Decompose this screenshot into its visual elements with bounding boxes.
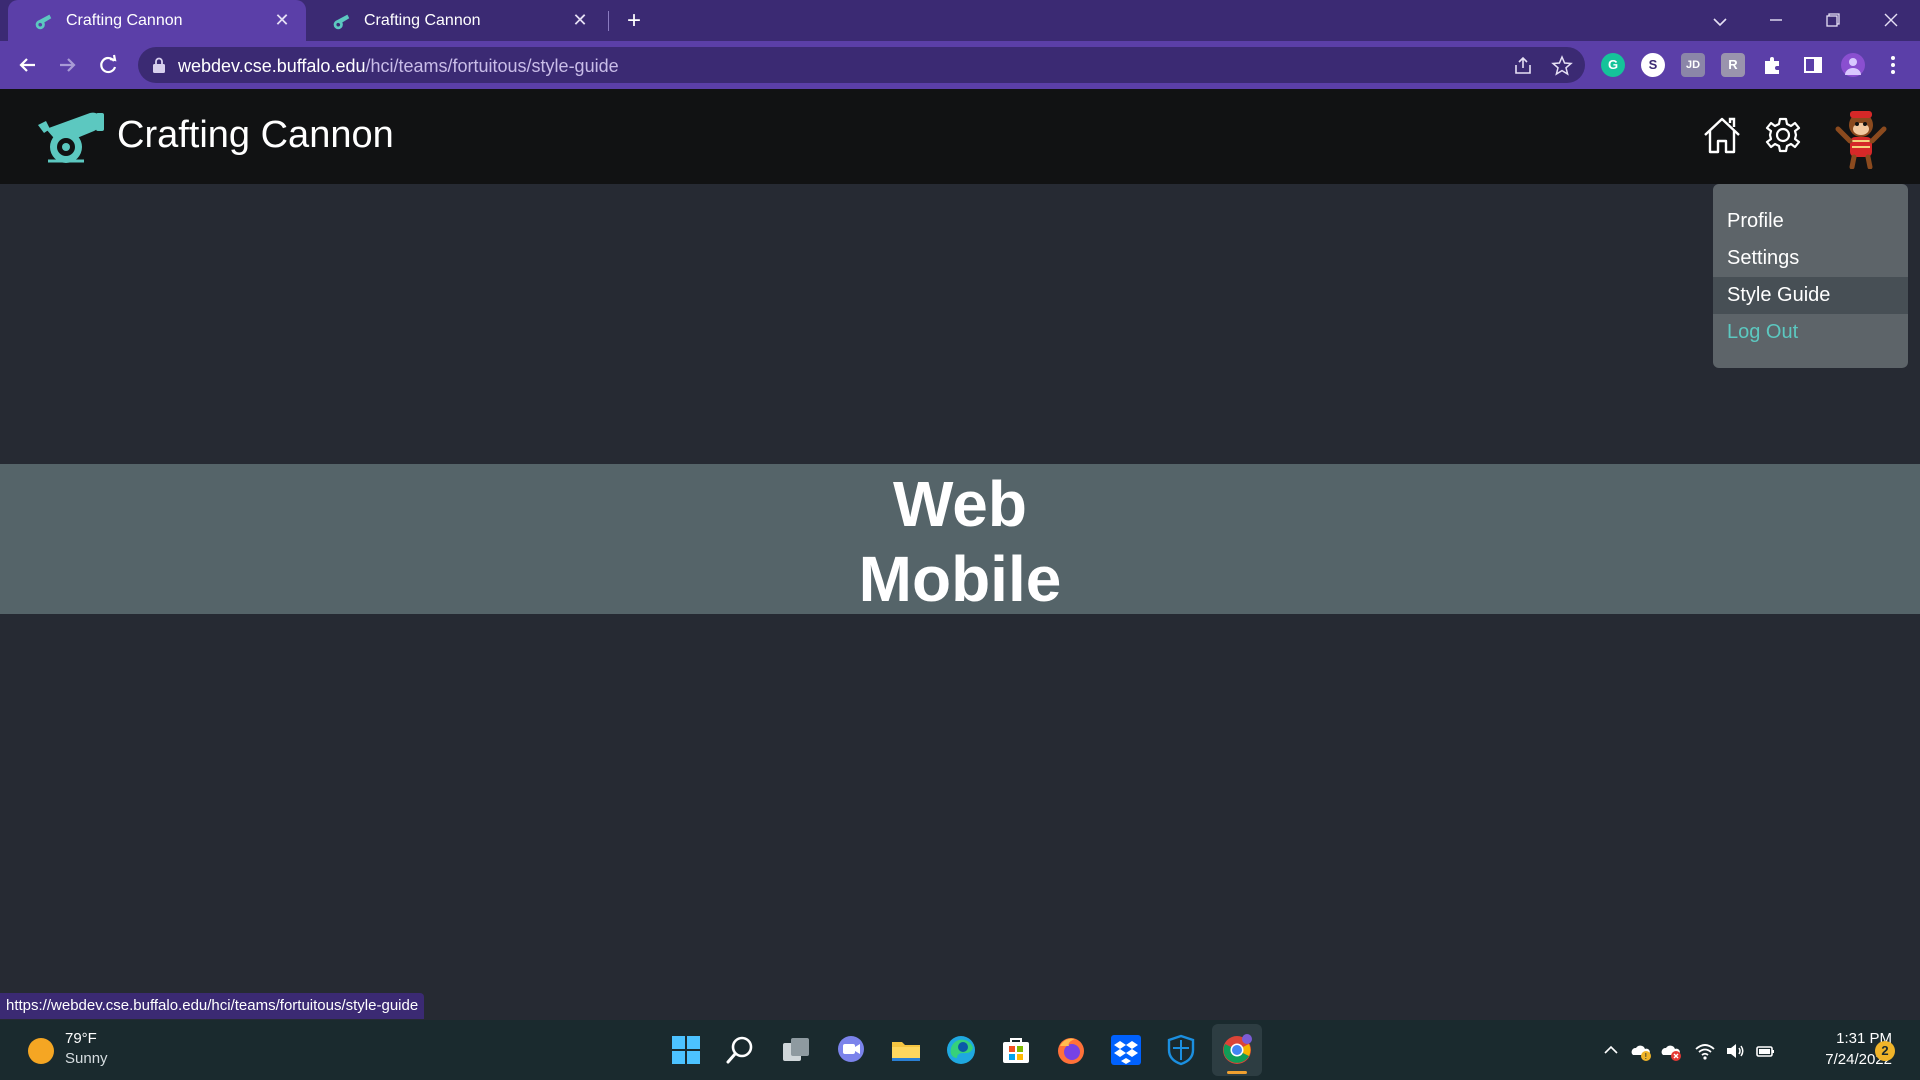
onedrive-error-icon[interactable]	[1660, 1040, 1682, 1062]
menu-item-log-out[interactable]: Log Out	[1713, 314, 1908, 351]
edge-icon[interactable]	[945, 1034, 977, 1066]
sidepanel-icon[interactable]	[1801, 53, 1825, 77]
tab-crafting-cannon[interactable]: Crafting Cannon ✕	[306, 0, 604, 41]
tab-strip: Crafting Cannon ✕ Crafting Cannon ✕ +	[0, 0, 1920, 41]
start-icon[interactable]	[670, 1034, 702, 1066]
user-avatar[interactable]	[1830, 107, 1892, 169]
restore-icon[interactable]	[1818, 6, 1848, 36]
cannon-logo-icon[interactable]	[36, 107, 106, 167]
url-host: webdev.cse.buffalo.edu	[178, 56, 366, 76]
gear-icon[interactable]	[1764, 116, 1802, 154]
tab-title: Crafting Cannon	[66, 11, 183, 29]
puzzle-icon[interactable]	[1761, 53, 1785, 77]
store-icon[interactable]	[1000, 1034, 1032, 1066]
forward-arrow-icon[interactable]	[52, 50, 82, 80]
app-title[interactable]: Crafting Cannon	[117, 114, 394, 157]
menu-item-style-guide[interactable]: Style Guide	[1713, 277, 1908, 314]
firefox-icon[interactable]	[1055, 1034, 1087, 1066]
status-bar-url: https://webdev.cse.buffalo.edu/hci/teams…	[0, 993, 425, 1019]
s-extension-icon[interactable]: S	[1641, 53, 1665, 77]
jd-extension-icon[interactable]: JD	[1681, 53, 1705, 77]
bookmark-star-icon[interactable]	[1551, 55, 1573, 77]
close-tab-icon[interactable]: ✕	[570, 10, 590, 30]
dropbox-icon[interactable]	[1110, 1034, 1142, 1066]
banner-web: Web	[893, 468, 1027, 540]
url-text: webdev.cse.buffalo.edu/hci/teams/fortuit…	[178, 56, 619, 77]
battery-icon[interactable]	[1754, 1040, 1776, 1062]
onedrive-warning-icon[interactable]: !	[1630, 1040, 1652, 1062]
active-app-indicator	[1227, 1071, 1247, 1074]
minimize-icon[interactable]	[1761, 6, 1791, 36]
profile-icon[interactable]	[1841, 53, 1865, 77]
weather-condition[interactable]: Sunny	[65, 1050, 108, 1067]
volume-icon[interactable]	[1724, 1040, 1746, 1062]
kebab-menu-icon[interactable]	[1881, 53, 1905, 77]
wifi-icon[interactable]	[1694, 1040, 1716, 1062]
grammarly-icon[interactable]: G	[1601, 53, 1625, 77]
windows-taskbar: 79°F Sunny ! 1:31 PM 7/24/2022 2	[0, 1020, 1920, 1080]
file-explorer-icon[interactable]	[890, 1034, 922, 1066]
chrome-icon[interactable]	[1221, 1034, 1253, 1066]
defender-icon[interactable]	[1165, 1034, 1197, 1066]
menu-item-profile[interactable]: Profile	[1713, 203, 1908, 240]
menu-item-settings[interactable]: Settings	[1713, 240, 1908, 277]
search-icon[interactable]	[725, 1034, 757, 1066]
share-icon[interactable]	[1512, 55, 1534, 77]
platform-banner: Web Mobile	[0, 464, 1920, 615]
tab-search-icon[interactable]	[1705, 6, 1735, 36]
app-header: Crafting Cannon	[0, 89, 1920, 184]
close-window-icon[interactable]	[1876, 6, 1906, 36]
new-tab-button[interactable]: +	[620, 8, 648, 36]
tab-crafting-cannon-active[interactable]: Crafting Cannon ✕	[8, 0, 306, 41]
tab-divider	[608, 11, 609, 31]
banner-mobile: Mobile	[858, 543, 1062, 615]
address-bar[interactable]: webdev.cse.buffalo.edu/hci/teams/fortuit…	[138, 47, 1585, 83]
sun-icon[interactable]	[28, 1038, 54, 1064]
weather-temperature[interactable]: 79°F	[65, 1030, 97, 1047]
svg-text:!: !	[1644, 1052, 1647, 1061]
lock-icon[interactable]	[152, 57, 166, 73]
task-view-icon[interactable]	[780, 1034, 812, 1066]
reload-icon[interactable]	[93, 50, 123, 80]
notification-badge[interactable]: 2	[1875, 1041, 1895, 1061]
close-tab-icon[interactable]: ✕	[272, 10, 292, 30]
back-arrow-icon[interactable]	[13, 50, 43, 80]
r-extension-icon[interactable]: R	[1721, 53, 1745, 77]
chat-icon[interactable]	[835, 1034, 867, 1066]
home-icon[interactable]	[1701, 114, 1743, 156]
user-dropdown-menu: Profile Settings Style Guide Log Out	[1713, 184, 1908, 368]
cannon-favicon-icon	[333, 14, 350, 29]
tab-title: Crafting Cannon	[364, 11, 481, 29]
chevron-up-icon[interactable]	[1600, 1040, 1622, 1062]
url-path: /hci/teams/fortuitous/style-guide	[365, 56, 619, 76]
browser-toolbar: webdev.cse.buffalo.edu/hci/teams/fortuit…	[0, 41, 1920, 89]
cannon-favicon-icon	[35, 14, 52, 29]
